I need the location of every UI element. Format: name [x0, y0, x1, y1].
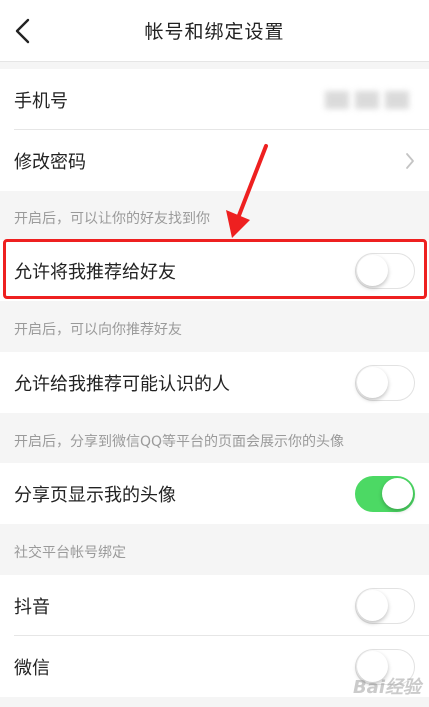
note-social: 社交平台帐号绑定: [14, 545, 126, 561]
phone-label: 手机号: [14, 90, 68, 112]
wechat-label: 微信: [14, 657, 50, 679]
chevron-right-icon: [406, 152, 414, 169]
phone-value-blurred: [325, 90, 409, 109]
share-avatar-toggle[interactable]: [355, 475, 415, 512]
douyin-toggle[interactable]: [355, 587, 415, 624]
note-find-me: 开启后，可以让你的好友找到你: [14, 211, 210, 227]
note-recommend: 开启后，可以向你推荐好友: [14, 322, 182, 338]
page-title: 帐号和绑定设置: [144, 21, 285, 43]
nav-bar: 帐号和绑定设置: [0, 0, 429, 62]
share-avatar-label: 分享页显示我的头像: [14, 484, 176, 506]
recommend-to-me-row: 允许给我推荐可能认识的人: [0, 352, 429, 413]
annotation-arrow-icon: [226, 144, 268, 238]
douyin-row: 抖音: [0, 575, 429, 636]
recommend-to-me-toggle[interactable]: [355, 364, 415, 401]
douyin-label: 抖音: [14, 596, 50, 618]
recommend-me-toggle[interactable]: [355, 252, 415, 289]
change-password-row[interactable]: 修改密码: [0, 130, 429, 191]
recommend-me-row: 允许将我推荐给好友: [0, 240, 429, 301]
watermark: Bai经验: [352, 677, 421, 698]
note-share: 开启后，分享到微信QQ等平台的页面会展示你的头像: [14, 434, 345, 450]
phone-row[interactable]: 手机号: [0, 69, 429, 130]
recommend-me-label: 允许将我推荐给好友: [14, 261, 176, 283]
recommend-to-me-label: 允许给我推荐可能认识的人: [14, 373, 230, 395]
password-label: 修改密码: [14, 151, 86, 173]
share-avatar-row: 分享页显示我的头像: [0, 463, 429, 524]
